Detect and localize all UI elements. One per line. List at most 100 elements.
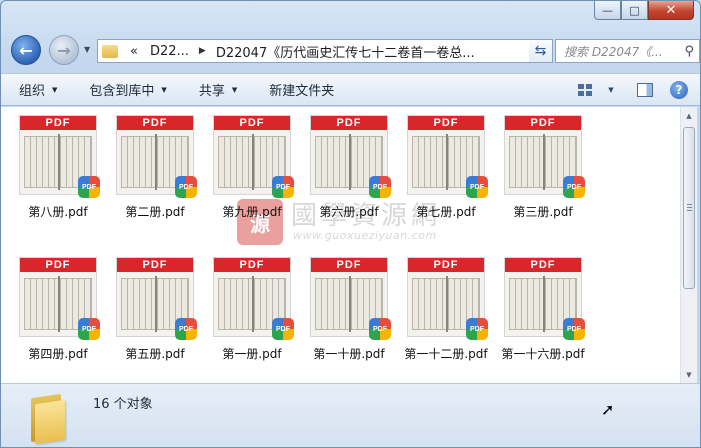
close-button[interactable]: ✕ xyxy=(648,1,694,20)
pdf-band: PDF xyxy=(20,258,96,272)
file-name: 第二册.pdf xyxy=(125,205,185,219)
pdf-app-icon: PDF xyxy=(272,318,294,340)
minimize-button[interactable]: — xyxy=(594,1,621,20)
pdf-thumbnail: PDF PDF xyxy=(407,115,488,198)
scrollbar-thumb[interactable] xyxy=(683,127,695,289)
pdf-band: PDF xyxy=(214,258,290,272)
pdf-app-icon: PDF xyxy=(272,176,294,198)
share-label: 共享 xyxy=(198,84,225,99)
pdf-band: PDF xyxy=(505,258,581,272)
preview-pane-icon xyxy=(637,83,653,97)
breadcrumb-overflow[interactable]: « xyxy=(124,44,144,59)
pdf-band: PDF xyxy=(408,258,484,272)
chevron-down-icon: ▼ xyxy=(231,85,238,94)
file-item[interactable]: PDF PDF 第八册.pdf xyxy=(13,115,103,220)
pdf-band: PDF xyxy=(408,116,484,130)
maximize-button[interactable]: □ xyxy=(621,1,648,20)
view-options-icon xyxy=(578,84,592,96)
chevron-down-icon: ▼ xyxy=(52,85,58,94)
help-button[interactable]: ? xyxy=(668,80,690,100)
file-item[interactable]: PDF PDF 第一十册.pdf xyxy=(304,257,394,362)
file-item[interactable]: PDF PDF 第五册.pdf xyxy=(110,257,200,362)
pdf-thumbnail: PDF PDF xyxy=(504,115,585,198)
include-in-library-label: 包含到库中 xyxy=(89,84,155,99)
file-item[interactable]: PDF PDF 第九册.pdf xyxy=(207,115,297,220)
file-item[interactable]: PDF PDF 第三册.pdf xyxy=(498,115,588,220)
refresh-button[interactable]: ⇆ xyxy=(529,39,553,63)
view-options-button[interactable] xyxy=(574,80,596,100)
address-bar[interactable]: « D22... ▶ D22047《历代画史汇传七十二卷首一卷总... ▼ xyxy=(97,39,550,63)
pdf-app-icon: PDF xyxy=(466,318,488,340)
view-dropdown-icon[interactable]: ▼ xyxy=(600,80,622,100)
pdf-thumbnail: PDF PDF xyxy=(310,115,391,198)
explorer-window: — □ ✕ ← → ▼ « D22... ▶ D22047《历代画史汇传七十二卷… xyxy=(0,0,701,448)
forward-button[interactable]: → xyxy=(49,35,79,65)
chevron-down-icon: ▼ xyxy=(161,85,167,94)
help-icon: ? xyxy=(670,81,688,99)
scroll-down-icon[interactable]: ▼ xyxy=(681,366,697,383)
mouse-cursor-icon: ➚ xyxy=(601,400,615,419)
recent-pages-dropdown[interactable]: ▼ xyxy=(84,45,90,54)
file-name: 第一册.pdf xyxy=(222,347,282,361)
toolbar-right: ▼ ? xyxy=(562,80,690,100)
file-item[interactable]: PDF PDF 第四册.pdf xyxy=(13,257,103,362)
pdf-band: PDF xyxy=(20,116,96,130)
pdf-band: PDF xyxy=(214,116,290,130)
file-name: 第九册.pdf xyxy=(222,205,282,219)
file-name: 第七册.pdf xyxy=(416,205,476,219)
pdf-app-icon: PDF xyxy=(369,318,391,340)
pdf-thumbnail: PDF PDF xyxy=(19,257,100,340)
back-arrow-icon: ← xyxy=(19,40,33,60)
breadcrumb-item-parent[interactable]: D22... xyxy=(144,44,195,59)
pdf-app-icon: PDF xyxy=(466,176,488,198)
file-name: 第一十六册.pdf xyxy=(501,347,585,361)
pdf-app-icon: PDF xyxy=(563,318,585,340)
navigation-bar: ← → ▼ « D22... ▶ D22047《历代画史汇传七十二卷首一卷总..… xyxy=(9,33,700,65)
pdf-thumbnail: PDF PDF xyxy=(116,257,197,340)
pdf-band: PDF xyxy=(311,116,387,130)
pdf-thumbnail: PDF PDF xyxy=(310,257,391,340)
new-folder-button[interactable]: 新建文件夹 xyxy=(269,80,334,99)
vertical-scrollbar[interactable]: ▲ ▼ xyxy=(680,107,697,383)
preview-pane-button[interactable] xyxy=(634,80,656,100)
search-icon[interactable]: ⚲ xyxy=(684,44,694,59)
scroll-up-icon[interactable]: ▲ xyxy=(681,107,697,124)
breadcrumb-item-current[interactable]: D22047《历代画史汇传七十二卷首一卷总... xyxy=(210,42,481,61)
organize-label: 组织 xyxy=(19,84,46,99)
folder-icon xyxy=(102,44,118,58)
pdf-app-icon: PDF xyxy=(78,318,100,340)
file-item[interactable]: PDF PDF 第二册.pdf xyxy=(110,115,200,220)
file-name: 第四册.pdf xyxy=(28,347,88,361)
refresh-icon: ⇆ xyxy=(534,43,547,59)
file-list: 源 國學資源網 www.guoxueziyuan.com PDF PDF 第八册.p… xyxy=(1,107,680,383)
folder-icon xyxy=(29,392,73,445)
include-in-library-menu[interactable]: 包含到库中 ▼ xyxy=(89,80,166,99)
item-count: 16 个对象 xyxy=(93,397,153,412)
watermark-url: www.guoxueziyuan.com xyxy=(293,229,437,242)
search-input[interactable]: 搜索 D22047《... ⚲ xyxy=(555,39,700,63)
details-pane: 16 个对象 xyxy=(1,383,700,447)
file-name: 第五册.pdf xyxy=(125,347,185,361)
breadcrumb-chevron-icon[interactable]: ▶ xyxy=(195,46,210,56)
organize-menu[interactable]: 组织 ▼ xyxy=(19,80,57,99)
pdf-thumbnail: PDF PDF xyxy=(213,257,294,340)
pdf-band: PDF xyxy=(117,116,193,130)
file-name: 第一十二册.pdf xyxy=(404,347,488,361)
file-item[interactable]: PDF PDF 第一十六册.pdf xyxy=(498,257,588,362)
file-item[interactable]: PDF PDF 第一册.pdf xyxy=(207,257,297,362)
file-item[interactable]: PDF PDF 第一十二册.pdf xyxy=(401,257,491,362)
share-menu[interactable]: 共享 ▼ xyxy=(199,80,237,99)
back-button[interactable]: ← xyxy=(11,35,41,65)
file-item[interactable]: PDF PDF 第六册.pdf xyxy=(304,115,394,220)
caption-buttons: — □ ✕ xyxy=(594,1,694,20)
pdf-app-icon: PDF xyxy=(175,176,197,198)
pdf-app-icon: PDF xyxy=(563,176,585,198)
pdf-band: PDF xyxy=(311,258,387,272)
forward-arrow-icon: → xyxy=(57,40,71,60)
pdf-thumbnail: PDF PDF xyxy=(504,257,585,340)
file-name: 第六册.pdf xyxy=(319,205,379,219)
file-item[interactable]: PDF PDF 第七册.pdf xyxy=(401,115,491,220)
file-name: 第一十册.pdf xyxy=(313,347,385,361)
pdf-thumbnail: PDF PDF xyxy=(116,115,197,198)
pdf-app-icon: PDF xyxy=(78,176,100,198)
